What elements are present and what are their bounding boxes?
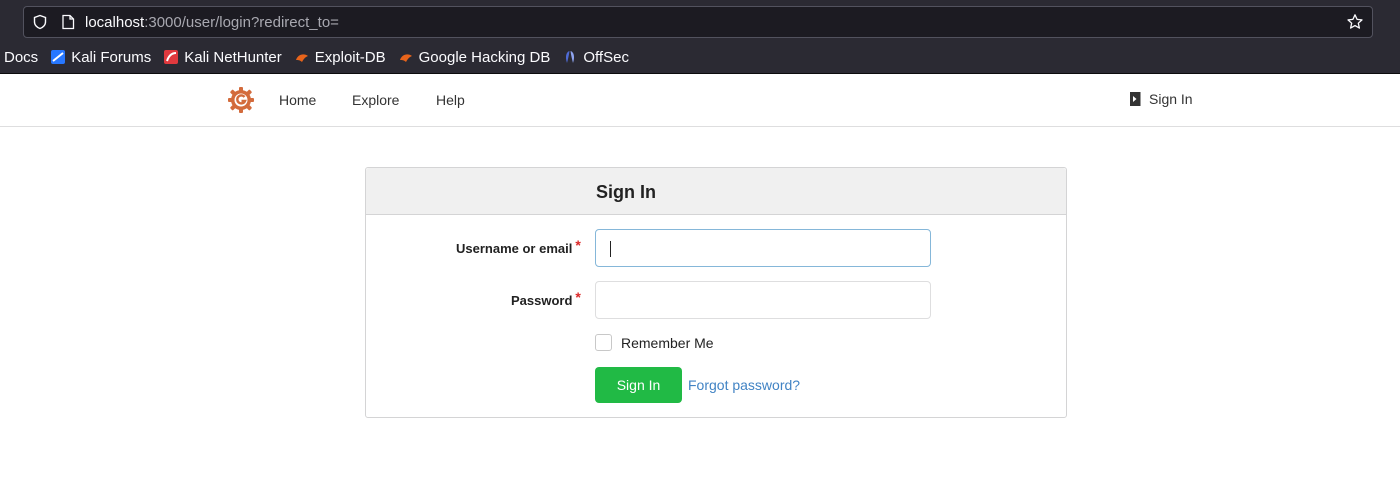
username-label: Username or email * <box>456 237 581 256</box>
bookmark-kali-forums[interactable]: Kali Forums <box>50 49 151 66</box>
browser-toolbar: localhost:3000/user/login?redirect_to= D… <box>0 0 1400 74</box>
sign-in-label: Sign In <box>1149 91 1193 107</box>
bookmark-star-icon[interactable] <box>1346 13 1364 31</box>
text-caret <box>610 241 611 257</box>
password-label-text: Password <box>511 293 573 308</box>
bookmark-label: Kali Forums <box>71 48 152 66</box>
bookmark-label: Kali NetHunter <box>184 48 282 66</box>
url-path: :3000/user/login?redirect_to= <box>144 14 339 31</box>
page-icon <box>62 14 75 30</box>
kali-nethunter-icon <box>164 50 179 64</box>
url-text[interactable]: localhost:3000/user/login?redirect_to= <box>85 14 339 31</box>
login-title: Sign In <box>596 182 656 202</box>
sign-in-button[interactable]: Sign In <box>595 367 682 403</box>
required-marker: * <box>575 289 581 305</box>
sign-in-icon <box>1130 92 1141 106</box>
shield-icon[interactable] <box>32 14 48 30</box>
bookmark-offsec[interactable]: OffSec <box>562 49 629 66</box>
header-sign-in-link[interactable]: Sign In <box>1128 91 1193 107</box>
bookmark-google-hacking-db[interactable]: Google Hacking DB <box>398 48 551 66</box>
username-input[interactable] <box>595 229 931 267</box>
login-form: Sign In Username or email * Password * Rem… <box>365 167 1067 418</box>
nav-explore[interactable]: Explore <box>352 92 399 108</box>
bookmark-label: Docs <box>4 48 39 66</box>
url-host: localhost <box>85 14 145 31</box>
bookmark-exploit-db[interactable]: Exploit-DB <box>294 49 386 66</box>
offsec-icon <box>566 51 575 63</box>
bookmark-docs[interactable]: Docs <box>4 49 38 66</box>
remember-me-label[interactable]: Remember Me <box>621 335 714 351</box>
login-form-header: Sign In <box>366 168 1066 215</box>
address-bar[interactable]: localhost:3000/user/login?redirect_to= <box>23 6 1373 38</box>
forgot-password-link[interactable]: Forgot password? <box>688 377 800 393</box>
remember-me-checkbox[interactable] <box>595 334 612 351</box>
nav-help[interactable]: Help <box>436 92 465 108</box>
bookmark-kali-nethunter[interactable]: Kali NetHunter <box>163 49 282 66</box>
required-marker: * <box>575 237 581 253</box>
password-label: Password * <box>511 289 581 308</box>
username-label-text: Username or email <box>456 241 573 256</box>
kali-forums-icon <box>51 50 66 64</box>
bookmark-label: Exploit-DB <box>314 48 386 66</box>
ghdb-icon <box>399 54 412 62</box>
nav-home[interactable]: Home <box>279 92 316 108</box>
password-input[interactable] <box>595 281 931 319</box>
bookmarks-bar: Docs Kali Forums Kali NetHunter Exploit-… <box>0 44 641 70</box>
bookmark-label: Google Hacking DB <box>418 48 551 66</box>
gitea-logo[interactable] <box>227 86 255 114</box>
exploit-db-icon <box>295 54 308 62</box>
site-header: Home Explore Help Sign In <box>0 74 1400 127</box>
bookmark-label: OffSec <box>583 48 629 66</box>
